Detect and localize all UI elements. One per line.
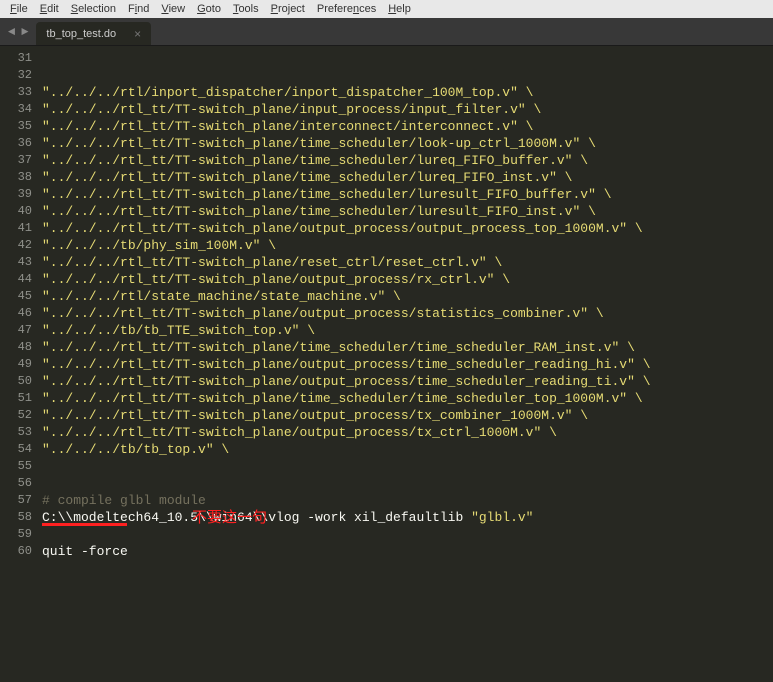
- code-line[interactable]: [42, 560, 651, 577]
- code-line[interactable]: "../../../rtl_tt/TT-switch_plane/output_…: [42, 305, 651, 322]
- annotation-text: 不要这一句: [192, 509, 267, 526]
- menu-file[interactable]: File: [4, 2, 34, 16]
- line-number: 50: [0, 373, 32, 390]
- code-line[interactable]: "../../../rtl_tt/TT-switch_plane/time_sc…: [42, 152, 651, 169]
- code-line[interactable]: "../../../rtl_tt/TT-switch_plane/input_p…: [42, 101, 651, 118]
- nav-arrows: ◄ ►: [0, 18, 36, 45]
- menu-tools[interactable]: Tools: [227, 2, 265, 16]
- code-line[interactable]: "../../../rtl_tt/TT-switch_plane/time_sc…: [42, 186, 651, 203]
- code-line[interactable]: "../../../tb/tb_top.v" \: [42, 441, 651, 458]
- code-line[interactable]: [42, 458, 651, 475]
- code-line[interactable]: "../../../rtl_tt/TT-switch_plane/output_…: [42, 271, 651, 288]
- line-number: 32: [0, 67, 32, 84]
- line-number: 56: [0, 475, 32, 492]
- line-number: 48: [0, 339, 32, 356]
- code-line[interactable]: "../../../rtl_tt/TT-switch_plane/time_sc…: [42, 390, 651, 407]
- code-line[interactable]: [42, 526, 651, 543]
- line-number: 52: [0, 407, 32, 424]
- menu-project[interactable]: Project: [265, 2, 311, 16]
- menu-edit[interactable]: Edit: [34, 2, 65, 16]
- line-number: 53: [0, 424, 32, 441]
- line-number: 45: [0, 288, 32, 305]
- code-line[interactable]: "../../../rtl_tt/TT-switch_plane/reset_c…: [42, 254, 651, 271]
- line-number: 42: [0, 237, 32, 254]
- line-number: 51: [0, 390, 32, 407]
- line-number: 47: [0, 322, 32, 339]
- menu-view[interactable]: View: [155, 2, 191, 16]
- line-number: 44: [0, 271, 32, 288]
- menu-selection[interactable]: Selection: [65, 2, 122, 16]
- line-number: 59: [0, 526, 32, 543]
- code-line[interactable]: [42, 475, 651, 492]
- line-number: 43: [0, 254, 32, 271]
- line-number: 34: [0, 101, 32, 118]
- menu-help[interactable]: Help: [382, 2, 417, 16]
- code-line[interactable]: "../../../rtl_tt/TT-switch_plane/output_…: [42, 220, 651, 237]
- annotation-underline: [42, 523, 127, 526]
- gutter: 3132333435363738394041424344454647484950…: [0, 46, 42, 682]
- editor[interactable]: 3132333435363738394041424344454647484950…: [0, 46, 773, 682]
- menu-goto[interactable]: Goto: [191, 2, 227, 16]
- line-number: 49: [0, 356, 32, 373]
- code-line[interactable]: "../../../rtl/state_machine/state_machin…: [42, 288, 651, 305]
- code-line[interactable]: "../../../rtl_tt/TT-switch_plane/time_sc…: [42, 169, 651, 186]
- tab-bar: ◄ ► tb_top_test.do ×: [0, 18, 773, 46]
- code-line[interactable]: C:\\modeltech64_10.5\\win64\\vlog -work …: [42, 509, 651, 526]
- code-line[interactable]: "../../../tb/tb_TTE_switch_top.v" \: [42, 322, 651, 339]
- line-number: 39: [0, 186, 32, 203]
- close-icon[interactable]: ×: [134, 27, 141, 41]
- line-number: 54: [0, 441, 32, 458]
- nav-forward-icon[interactable]: ►: [21, 25, 28, 39]
- menu-find[interactable]: Find: [122, 2, 155, 16]
- code-line[interactable]: "../../../rtl_tt/TT-switch_plane/time_sc…: [42, 339, 651, 356]
- tab-file[interactable]: tb_top_test.do ×: [36, 22, 151, 45]
- nav-back-icon[interactable]: ◄: [8, 25, 15, 39]
- code-line[interactable]: # compile glbl module: [42, 492, 651, 509]
- line-number: 46: [0, 305, 32, 322]
- code-line[interactable]: "../../../rtl_tt/TT-switch_plane/time_sc…: [42, 135, 651, 152]
- line-number: 37: [0, 152, 32, 169]
- line-number: 33: [0, 84, 32, 101]
- line-number: 57: [0, 492, 32, 509]
- line-number: 60: [0, 543, 32, 560]
- menubar: File Edit Selection Find View Goto Tools…: [0, 0, 773, 18]
- code-line[interactable]: "../../../rtl_tt/TT-switch_plane/output_…: [42, 373, 651, 390]
- code-line[interactable]: "../../../rtl/inport_dispatcher/inport_d…: [42, 84, 651, 101]
- code-line[interactable]: "../../../rtl_tt/TT-switch_plane/output_…: [42, 407, 651, 424]
- tab-title: tb_top_test.do: [46, 28, 116, 40]
- line-number: 58: [0, 509, 32, 526]
- code-line[interactable]: "../../../rtl_tt/TT-switch_plane/time_sc…: [42, 203, 651, 220]
- code-line[interactable]: "../../../rtl_tt/TT-switch_plane/output_…: [42, 424, 651, 441]
- line-number: 38: [0, 169, 32, 186]
- line-number: 41: [0, 220, 32, 237]
- code-line[interactable]: "../../../rtl_tt/TT-switch_plane/interco…: [42, 118, 651, 135]
- code-line[interactable]: quit -force: [42, 543, 651, 560]
- line-number: 35: [0, 118, 32, 135]
- code-line[interactable]: "../../../rtl_tt/TT-switch_plane/output_…: [42, 356, 651, 373]
- code-line[interactable]: "../../../tb/phy_sim_100M.v" \: [42, 237, 651, 254]
- line-number: 55: [0, 458, 32, 475]
- line-number: 31: [0, 50, 32, 67]
- line-number: 40: [0, 203, 32, 220]
- line-number: 36: [0, 135, 32, 152]
- code-line[interactable]: [42, 577, 651, 594]
- code-area[interactable]: "../../../rtl/inport_dispatcher/inport_d…: [42, 46, 651, 682]
- menu-preferences[interactable]: Preferences: [311, 2, 382, 16]
